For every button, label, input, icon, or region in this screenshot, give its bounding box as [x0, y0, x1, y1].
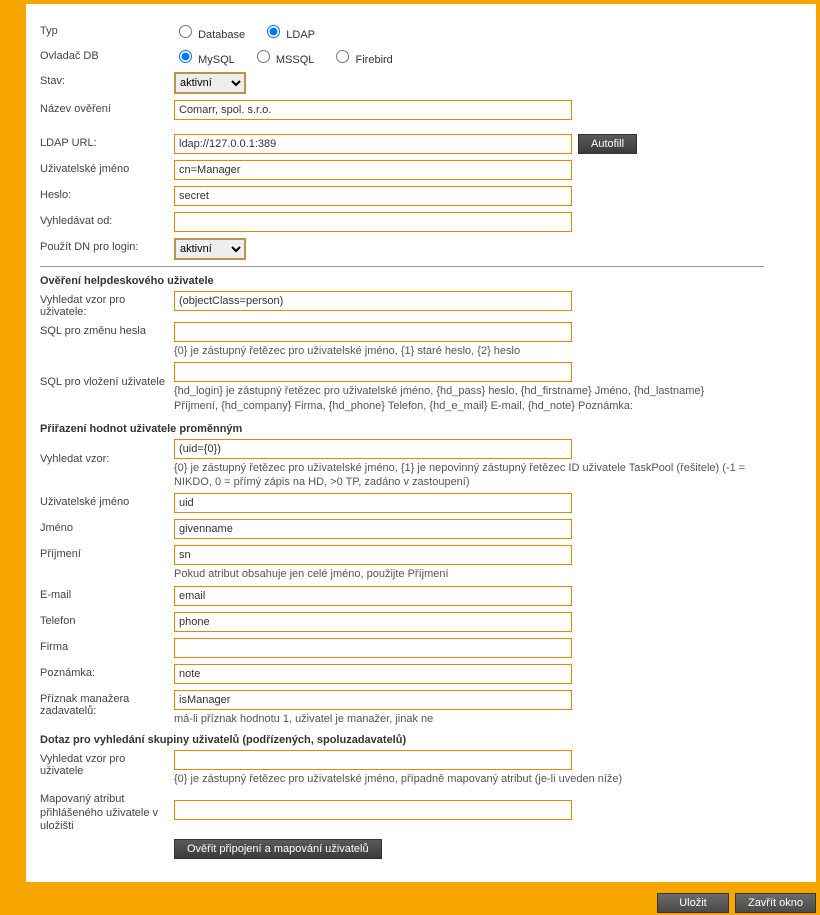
state-label: Stav:: [40, 72, 174, 87]
state-select[interactable]: aktivní: [175, 73, 245, 93]
sec1-insert-input[interactable]: [174, 362, 572, 382]
authname-input[interactable]: [174, 100, 572, 120]
sec1-search-input[interactable]: [174, 291, 572, 311]
sec1-insert-label: SQL pro vložení uživatele: [40, 362, 174, 388]
sec2-search-label: Vyhledat vzor:: [40, 439, 174, 465]
sec2-company-label: Firma: [40, 638, 174, 653]
sec2-phone-label: Telefon: [40, 612, 174, 627]
authname-label: Název ověření: [40, 100, 174, 115]
sec2-search-input[interactable]: [174, 439, 572, 459]
sec2-user-input[interactable]: [174, 493, 572, 513]
sec1-pwchange-label: SQL pro změnu hesla: [40, 322, 174, 337]
sec3-search-label: Vyhledat vzor pro uživatele: [40, 750, 174, 777]
sec2-manager-label: Příznak manažera zadavatelů:: [40, 690, 174, 717]
driver-label: Ovladač DB: [40, 47, 174, 62]
ldapurl-input[interactable]: [174, 134, 572, 154]
driver-radio-mysql[interactable]: MySQL: [174, 54, 235, 66]
sec2-phone-input[interactable]: [174, 612, 572, 632]
sec2-first-label: Jméno: [40, 519, 174, 534]
type-radio-database[interactable]: Database: [174, 29, 245, 41]
sec3-search-input[interactable]: [174, 750, 572, 770]
type-label: Typ: [40, 22, 174, 37]
close-button[interactable]: Zavřít okno: [735, 893, 816, 913]
usedn-label: Použít DN pro login:: [40, 238, 174, 253]
username-input[interactable]: [174, 160, 572, 180]
autofill-button[interactable]: Autofill: [578, 134, 637, 154]
sec3-search-hint: {0} je zástupný řetězec pro uživatelské …: [174, 772, 796, 786]
sec2-search-hint: {0} je zástupný řetězec pro uživatelské …: [174, 461, 762, 490]
sec3-mapattr-input[interactable]: [174, 800, 572, 820]
sec3-mapattr-label: Mapovaný atribut přihlášeného uživatele …: [40, 790, 174, 833]
sec2-user-label: Uživatelské jméno: [40, 493, 174, 508]
sec2-last-input[interactable]: [174, 545, 572, 565]
driver-radio-mssql[interactable]: MSSQL: [252, 54, 315, 66]
password-input[interactable]: [174, 186, 572, 206]
sec2-email-label: E-mail: [40, 586, 174, 601]
usedn-select[interactable]: aktivní: [175, 239, 245, 259]
separator-1: [40, 266, 764, 267]
section1-title: Ověření helpdeskového uživatele: [40, 275, 796, 287]
ldapurl-label: LDAP URL:: [40, 134, 174, 149]
username-label: Uživatelské jméno: [40, 160, 174, 175]
searchfrom-label: Vyhledávat od:: [40, 212, 174, 227]
sec1-search-label: Vyhledat vzor pro uživatele:: [40, 291, 174, 318]
sec2-last-hint: Pokud atribut obsahuje jen celé jméno, p…: [174, 567, 796, 581]
sec2-first-input[interactable]: [174, 519, 572, 539]
section2-title: Přiřazení hodnot uživatele proměnným: [40, 423, 796, 435]
section3-title: Dotaz pro vyhledání skupiny uživatelů (p…: [40, 734, 796, 746]
sec1-pwchange-input[interactable]: [174, 322, 572, 342]
sec2-note-label: Poznámka:: [40, 664, 174, 679]
sec2-manager-hint: má-li příznak hodnotu 1, uživatel je man…: [174, 712, 796, 726]
sec2-email-input[interactable]: [174, 586, 572, 606]
password-label: Heslo:: [40, 186, 174, 201]
type-radio-ldap[interactable]: LDAP: [262, 29, 315, 41]
searchfrom-input[interactable]: [174, 212, 572, 232]
sec2-company-input[interactable]: [174, 638, 572, 658]
sec2-manager-input[interactable]: [174, 690, 572, 710]
save-button[interactable]: Uložit: [657, 893, 729, 913]
sec2-last-label: Příjmení: [40, 545, 174, 560]
sec1-pwchange-hint: {0} je zástupný řetězec pro uživatelské …: [174, 344, 796, 358]
sec1-insert-hint: {hd_login} je zástupný řetězec pro uživa…: [174, 384, 734, 413]
driver-radio-firebird[interactable]: Firebird: [331, 54, 392, 66]
sec2-note-input[interactable]: [174, 664, 572, 684]
verify-button[interactable]: Ověřit připojení a mapování uživatelů: [174, 839, 382, 859]
